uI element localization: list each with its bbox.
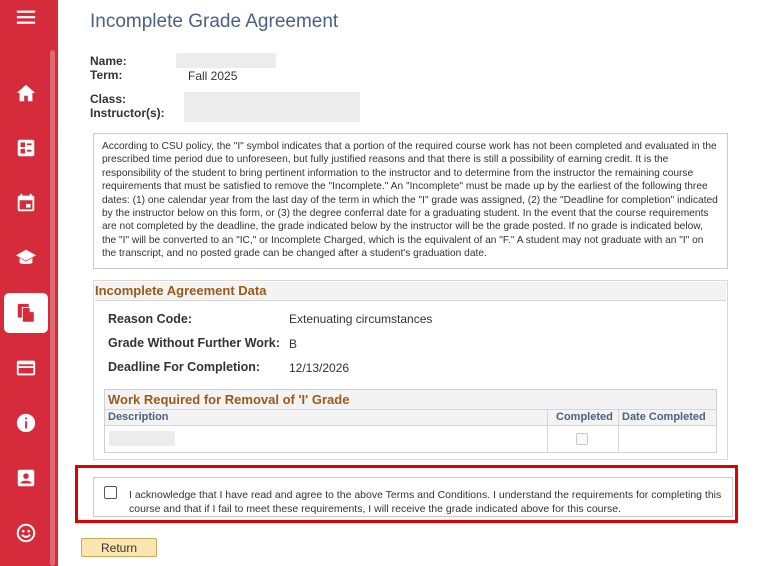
graduation-cap-icon <box>15 249 37 264</box>
name-label: Name: <box>90 54 127 68</box>
term-label: Term: <box>90 68 123 82</box>
class-label: Class: <box>90 92 127 106</box>
calendar-icon <box>17 193 35 212</box>
main-content: Incomplete Grade Agreement Name: Term: F… <box>58 0 758 566</box>
sidebar-item-documents[interactable] <box>4 293 48 333</box>
sidebar-item-finances[interactable] <box>4 348 48 388</box>
dashboard-icon <box>17 139 35 157</box>
agreement-header: Incomplete Agreement Data <box>95 282 726 301</box>
term-value: Fall 2025 <box>188 69 238 83</box>
contact-card-icon <box>17 469 35 487</box>
deadline-value: 12/13/2026 <box>289 361 350 375</box>
sidebar-item-calendar[interactable] <box>4 183 48 223</box>
page-title: Incomplete Grade Agreement <box>90 11 339 32</box>
grade-value: B <box>289 337 298 351</box>
documents-icon <box>17 303 35 323</box>
smiley-icon <box>16 523 36 543</box>
deadline-label: Deadline For Completion: <box>108 360 261 374</box>
col-description: Description <box>108 411 169 423</box>
instructor-label: Instructor(s): <box>90 106 165 120</box>
sidebar-item-academics[interactable] <box>4 238 48 278</box>
completed-checkbox <box>576 433 588 445</box>
info-icon <box>16 413 36 433</box>
sidebar-item-home[interactable] <box>4 73 48 113</box>
work-header: Work Required for Removal of 'I' Grade <box>105 390 716 409</box>
acknowledge-checkbox[interactable] <box>104 486 117 499</box>
sidebar-item-info[interactable] <box>4 403 48 443</box>
name-value-redacted <box>176 53 276 68</box>
col-completed: Completed <box>556 411 613 423</box>
description-redacted <box>109 431 175 446</box>
reason-code-label: Reason Code: <box>108 312 193 326</box>
home-icon <box>16 84 36 102</box>
menu-icon <box>16 10 36 24</box>
table-row <box>105 427 716 452</box>
credit-card-icon <box>16 360 36 376</box>
reason-code-value: Extenuating circumstances <box>289 312 433 326</box>
agreement-header-text: Incomplete Agreement Data <box>95 283 267 298</box>
work-column-headers: Description Completed Date Completed <box>105 409 716 426</box>
sidebar <box>0 0 58 566</box>
policy-text: According to CSU policy, the "I" symbol … <box>93 133 728 269</box>
acknowledge-text: I acknowledge that I have read and agree… <box>129 489 722 515</box>
class-instructor-redacted <box>184 92 360 122</box>
sidebar-item-feedback[interactable] <box>4 513 48 553</box>
sidebar-scrollbar[interactable] <box>50 50 55 566</box>
sidebar-item-contact[interactable] <box>4 458 48 498</box>
sidebar-item-dashboard[interactable] <box>4 128 48 168</box>
return-button[interactable]: Return <box>81 538 157 557</box>
work-required-grid: Work Required for Removal of 'I' Grade D… <box>104 389 717 453</box>
acknowledgement-box: I acknowledge that I have read and agree… <box>93 477 733 517</box>
menu-button[interactable] <box>4 0 48 37</box>
col-date-completed: Date Completed <box>622 411 706 423</box>
grade-label: Grade Without Further Work: <box>108 336 280 350</box>
